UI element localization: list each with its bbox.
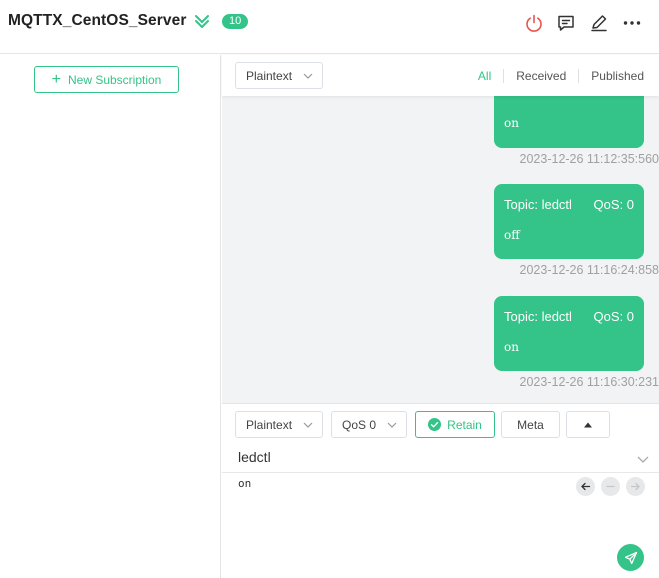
message-toolbar: Plaintext All Received Published: [222, 55, 659, 96]
message-icon[interactable]: [556, 13, 576, 33]
retain-toggle[interactable]: Retain: [415, 411, 495, 438]
message-timestamp: 2023-12-26 11:12:35:560: [519, 152, 659, 166]
tab-published[interactable]: Published: [579, 69, 644, 83]
payload-editor[interactable]: on: [222, 474, 659, 578]
message-panel: Plaintext All Received Published on 2023…: [222, 55, 659, 578]
chevron-down-icon: [303, 73, 313, 79]
message-qos: QoS: 0: [593, 197, 634, 212]
check-circle-icon: [428, 418, 442, 431]
expand-icon[interactable]: [193, 12, 211, 30]
message-filter-tabs: All Received Published: [478, 69, 644, 83]
tab-received[interactable]: Received: [504, 69, 580, 83]
topic-input[interactable]: ledctl: [238, 449, 271, 465]
message-payload: on: [504, 116, 519, 130]
message-qos: QoS: 0: [593, 309, 634, 324]
publish-panel: Plaintext QoS 0 Retain Meta ledctl on: [222, 403, 659, 578]
history-clear-icon[interactable]: [601, 477, 620, 496]
message-bubble[interactable]: Topic: ledctl QoS: 0 on 2023-12-26 11:16…: [494, 296, 659, 389]
edit-icon[interactable]: [589, 13, 609, 33]
history-back-icon[interactable]: [576, 477, 595, 496]
connection-header: MQTTX_CentOS_Server 10: [0, 0, 659, 54]
message-topic: Topic: ledctl: [504, 197, 572, 212]
more-icon[interactable]: [622, 13, 642, 33]
message-list: on 2023-12-26 11:12:35:560 Topic: ledctl…: [222, 96, 659, 403]
plus-icon: +: [51, 70, 61, 88]
chevron-down-icon: [303, 422, 313, 428]
send-button[interactable]: [617, 544, 644, 571]
collapse-publish-button[interactable]: [566, 411, 610, 438]
subscription-sidebar: + New Subscription: [0, 55, 221, 578]
qos-value: QoS 0: [342, 417, 377, 432]
history-forward-icon[interactable]: [626, 477, 645, 496]
meta-label: Meta: [517, 417, 544, 432]
caret-up-icon: [584, 422, 592, 427]
message-timestamp: 2023-12-26 11:16:30:231: [519, 375, 659, 389]
payload-format-value: Plaintext: [246, 68, 293, 83]
chevron-down-icon[interactable]: [637, 453, 649, 465]
new-subscription-label: New Subscription: [67, 72, 162, 87]
payload-input[interactable]: on: [238, 477, 251, 490]
message-bubble[interactable]: on 2023-12-26 11:12:35:560: [494, 96, 659, 166]
connection-title: MQTTX_CentOS_Server: [8, 12, 187, 29]
publish-format-value: Plaintext: [246, 417, 293, 432]
message-payload: off: [504, 228, 520, 242]
qos-select[interactable]: QoS 0: [331, 411, 407, 438]
message-bubble[interactable]: Topic: ledctl QoS: 0 off 2023-12-26 11:1…: [494, 184, 659, 277]
new-subscription-button[interactable]: + New Subscription: [34, 66, 179, 93]
disconnect-icon[interactable]: [524, 13, 544, 33]
payload-format-select[interactable]: Plaintext: [235, 62, 323, 89]
message-payload: on: [504, 340, 519, 354]
meta-button[interactable]: Meta: [501, 411, 560, 438]
tab-all[interactable]: All: [478, 69, 505, 83]
send-icon: [624, 551, 637, 564]
chevron-down-icon: [387, 422, 397, 428]
topic-field[interactable]: ledctl: [222, 444, 659, 473]
publish-format-select[interactable]: Plaintext: [235, 411, 323, 438]
message-count-badge: 10: [222, 14, 249, 29]
retain-label: Retain: [447, 417, 482, 432]
message-topic: Topic: ledctl: [504, 309, 572, 324]
message-timestamp: 2023-12-26 11:16:24:858: [519, 263, 659, 277]
